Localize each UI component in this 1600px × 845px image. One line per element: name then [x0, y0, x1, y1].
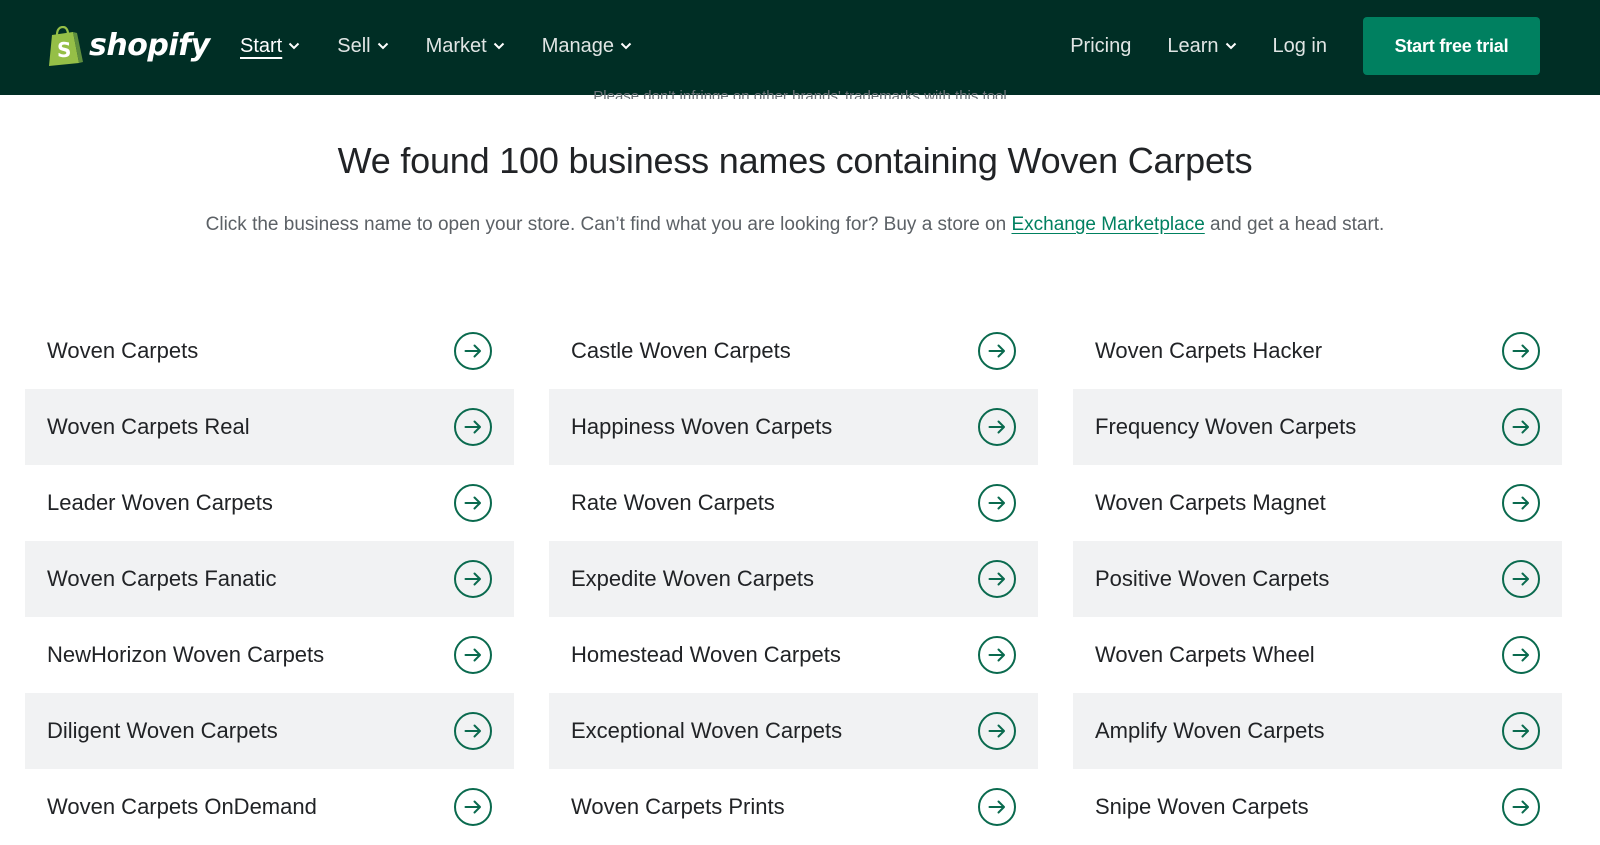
- business-name-label: Diligent Woven Carpets: [47, 718, 278, 743]
- page-title: We found 100 business names containing W…: [337, 140, 1253, 181]
- trademark-note: Please don't infringe on other brands' t…: [593, 88, 1007, 99]
- arrow-right-circle-icon: [454, 560, 492, 598]
- business-name-label: Leader Woven Carpets: [47, 490, 273, 515]
- nav-learn[interactable]: Learn: [1167, 35, 1236, 58]
- business-name-item[interactable]: NewHorizon Woven Carpets: [25, 617, 514, 693]
- arrow-right-circle-icon: [454, 332, 492, 370]
- arrow-right-circle-icon: [978, 560, 1016, 598]
- arrow-right-circle-icon: [1502, 712, 1540, 750]
- secondary-nav: Pricing Learn Log in Start free trial: [1070, 0, 1540, 92]
- arrow-right-circle-icon: [978, 332, 1016, 370]
- arrow-right-circle-icon: [1502, 408, 1540, 446]
- business-name-item[interactable]: Woven Carpets Magnet: [1073, 465, 1562, 541]
- business-name-item[interactable]: Woven Carpets OnDemand: [25, 769, 514, 845]
- shopping-bag-icon: S: [49, 26, 83, 66]
- nav-pricing[interactable]: Pricing: [1070, 35, 1131, 58]
- arrow-right-circle-icon: [978, 788, 1016, 826]
- business-name-label: Happiness Woven Carpets: [571, 414, 833, 439]
- business-name-label: Expedite Woven Carpets: [571, 566, 814, 591]
- nav-sell[interactable]: Sell: [337, 35, 388, 58]
- business-name-item[interactable]: Amplify Woven Carpets: [1073, 693, 1562, 769]
- business-name-item[interactable]: Positive Woven Carpets: [1073, 541, 1562, 617]
- business-name-item[interactable]: Woven Carpets Wheel: [1073, 617, 1562, 693]
- nav-manage[interactable]: Manage: [542, 35, 632, 58]
- svg-text:S: S: [57, 38, 71, 62]
- arrow-right-circle-icon: [978, 484, 1016, 522]
- business-name-label: Woven Carpets Magnet: [1095, 490, 1326, 515]
- business-name-item[interactable]: Rate Woven Carpets: [549, 465, 1038, 541]
- business-name-item[interactable]: Woven Carpets Real: [25, 389, 514, 465]
- arrow-right-circle-icon: [454, 788, 492, 826]
- business-name-grid: Woven Carpets Castle Woven Carpets Woven C…: [25, 313, 1563, 845]
- business-name-item[interactable]: Homestead Woven Carpets: [549, 617, 1038, 693]
- business-name-item[interactable]: Exceptional Woven Carpets: [549, 693, 1038, 769]
- business-name-label: Woven Carpets Wheel: [1095, 642, 1315, 667]
- start-free-trial-button[interactable]: Start free trial: [1363, 17, 1540, 75]
- business-name-item[interactable]: Diligent Woven Carpets: [25, 693, 514, 769]
- arrow-right-circle-icon: [1502, 484, 1540, 522]
- business-name-item[interactable]: Snipe Woven Carpets: [1073, 769, 1562, 845]
- page-subtitle: Click the business name to open your sto…: [0, 214, 1590, 236]
- nav-start-label: Start: [240, 34, 283, 57]
- arrow-right-circle-icon: [1502, 636, 1540, 674]
- business-name-label: Amplify Woven Carpets: [1095, 718, 1325, 743]
- business-name-item[interactable]: Happiness Woven Carpets: [549, 389, 1038, 465]
- business-name-item[interactable]: Leader Woven Carpets: [25, 465, 514, 541]
- primary-nav: Start Sell Market Manage: [240, 0, 669, 92]
- business-name-item[interactable]: Woven Carpets Fanatic: [25, 541, 514, 617]
- business-name-label: Woven Carpets: [47, 338, 199, 363]
- arrow-right-circle-icon: [454, 408, 492, 446]
- nav-pricing-label: Pricing: [1070, 34, 1132, 57]
- chevron-down-icon: [1225, 42, 1236, 50]
- nav-login[interactable]: Log in: [1273, 35, 1328, 58]
- arrow-right-circle-icon: [978, 636, 1016, 674]
- nav-learn-label: Learn: [1167, 34, 1219, 57]
- chevron-down-icon: [377, 42, 388, 50]
- nav-start[interactable]: Start: [240, 35, 300, 58]
- business-name-label: Snipe Woven Carpets: [1095, 794, 1309, 819]
- business-name-label: Woven Carpets Fanatic: [47, 566, 277, 591]
- arrow-right-circle-icon: [454, 636, 492, 674]
- chevron-down-icon: [620, 42, 632, 50]
- nav-manage-label: Manage: [541, 34, 615, 57]
- arrow-right-circle-icon: [978, 408, 1016, 446]
- business-name-label: Positive Woven Carpets: [1095, 566, 1330, 591]
- business-name-label: NewHorizon Woven Carpets: [47, 642, 325, 667]
- business-name-label: Homestead Woven Carpets: [571, 642, 841, 667]
- arrow-right-circle-icon: [1502, 788, 1540, 826]
- business-name-item[interactable]: Castle Woven Carpets: [549, 313, 1038, 389]
- arrow-right-circle-icon: [1502, 560, 1540, 598]
- subtitle-text: Click the business name to open your sto…: [205, 214, 1007, 235]
- site-header: S shopify Start Sell Market Manage Prici…: [0, 0, 1600, 95]
- business-name-label: Woven Carpets Prints: [571, 794, 785, 819]
- logo-wordmark: shopify: [89, 28, 210, 63]
- business-name-item[interactable]: Woven Carpets Prints: [549, 769, 1038, 845]
- business-name-label: Frequency Woven Carpets: [1095, 414, 1357, 439]
- arrow-right-circle-icon: [1502, 332, 1540, 370]
- business-name-label: Woven Carpets Hacker: [1095, 338, 1323, 363]
- business-name-label: Woven Carpets Real: [47, 414, 250, 439]
- subtitle-tail: and get a head start.: [1210, 214, 1385, 235]
- business-name-label: Castle Woven Carpets: [571, 338, 791, 363]
- business-name-item[interactable]: Frequency Woven Carpets: [1073, 389, 1562, 465]
- business-name-item[interactable]: Woven Carpets Hacker: [1073, 313, 1562, 389]
- business-name-label: Rate Woven Carpets: [571, 490, 775, 515]
- business-name-label: Exceptional Woven Carpets: [571, 718, 843, 743]
- nav-login-label: Log in: [1272, 34, 1328, 57]
- business-name-item[interactable]: Expedite Woven Carpets: [549, 541, 1038, 617]
- business-name-item[interactable]: Woven Carpets: [25, 313, 514, 389]
- chevron-down-icon: [289, 42, 300, 50]
- nav-market[interactable]: Market: [426, 35, 505, 58]
- arrow-right-circle-icon: [454, 712, 492, 750]
- business-name-label: Woven Carpets OnDemand: [47, 794, 317, 819]
- shopify-logo[interactable]: S shopify: [46, 24, 210, 68]
- nav-sell-label: Sell: [337, 34, 371, 57]
- chevron-down-icon: [493, 42, 504, 50]
- arrow-right-circle-icon: [978, 712, 1016, 750]
- exchange-marketplace-link[interactable]: Exchange Marketplace: [1011, 214, 1204, 235]
- nav-market-label: Market: [425, 34, 487, 57]
- arrow-right-circle-icon: [454, 484, 492, 522]
